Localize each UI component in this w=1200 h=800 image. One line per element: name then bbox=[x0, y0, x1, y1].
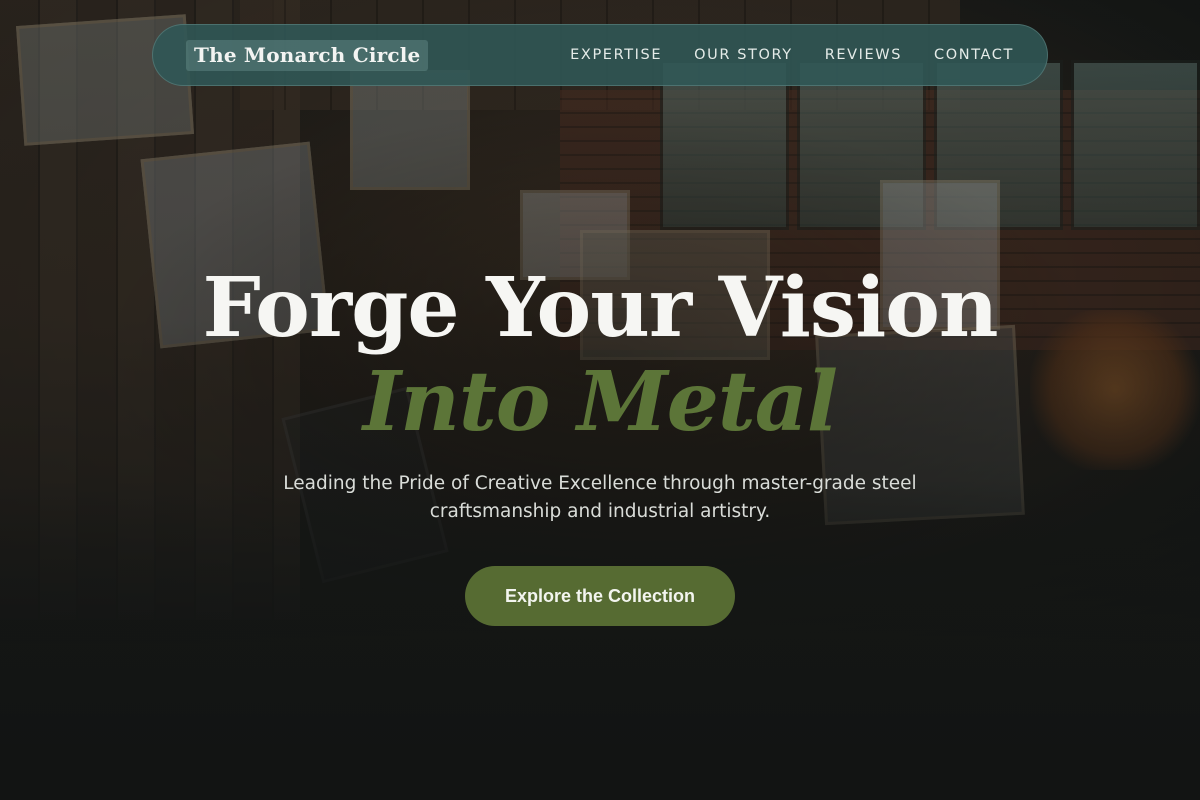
nav-link-contact[interactable]: CONTACT bbox=[934, 47, 1014, 63]
nav-link-our-story[interactable]: OUR STORY bbox=[694, 47, 793, 63]
hero-title-accent: Into Metal bbox=[362, 354, 838, 450]
nav-link-expertise[interactable]: EXPERTISE bbox=[570, 47, 662, 63]
hero-subtitle: Leading the Pride of Creative Excellence… bbox=[283, 473, 917, 522]
top-navigation: The Monarch Circle EXPERTISE OUR STORY R… bbox=[152, 24, 1048, 86]
nav-links: EXPERTISE OUR STORY REVIEWS CONTACT bbox=[570, 47, 1014, 63]
explore-collection-button[interactable]: Explore the Collection bbox=[465, 566, 735, 626]
brand-logo[interactable]: The Monarch Circle bbox=[186, 39, 429, 71]
nav-link-reviews[interactable]: REVIEWS bbox=[825, 47, 902, 63]
hero-title: Forge Your Vision bbox=[202, 260, 998, 356]
